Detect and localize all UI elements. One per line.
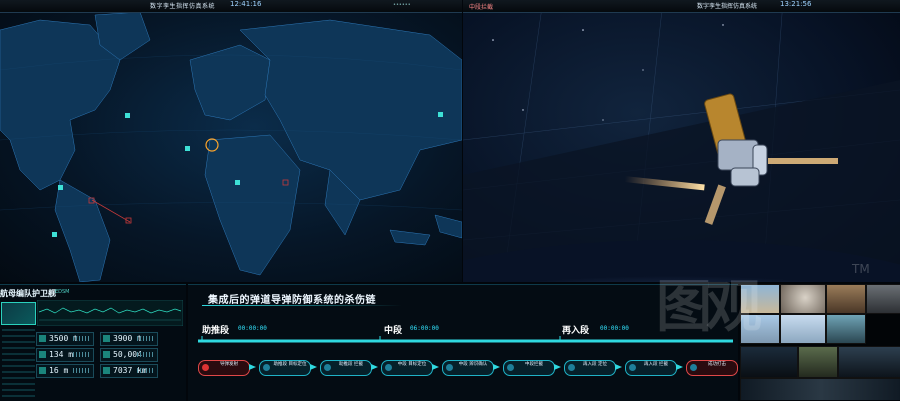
- node-icon: [690, 364, 697, 371]
- phase-terminal-time: 00:00:00: [600, 325, 629, 332]
- phase-midcourse-time: 06:00:00: [410, 325, 439, 332]
- node-icon: [324, 364, 331, 371]
- map-title: 数字孪生指挥仿真系统: [150, 3, 216, 10]
- readout-bar: [137, 352, 155, 357]
- node-label: 再入段 拦截: [644, 362, 668, 367]
- arrow-right-icon: [493, 364, 500, 370]
- watermark-logo: 图观: [656, 275, 762, 340]
- readout-length: 134 m: [36, 348, 94, 362]
- readout-bar: [137, 336, 155, 341]
- thumbnail-launcher[interactable]: [866, 284, 900, 314]
- thumbnail-sea[interactable]: [826, 314, 866, 344]
- phase-boost-label: 助推段: [202, 326, 230, 336]
- node-label: 中段 辨识确认: [458, 362, 488, 367]
- node-icon: [568, 364, 575, 371]
- kill-chain-title: 集成后的弹道导弹防御系统的杀伤链: [208, 295, 376, 306]
- wave-chart: [37, 300, 183, 326]
- kill-chain-node[interactable]: 再入段 定位: [564, 360, 616, 376]
- arrow-right-icon: [432, 364, 439, 370]
- thumbnail-command-room[interactable]: [740, 346, 798, 378]
- kill-chain-node[interactable]: 助推段 拦截: [320, 360, 372, 376]
- space-scene: [463, 0, 900, 282]
- kill-chain-node[interactable]: 中段拦截: [503, 360, 555, 376]
- readout-indicator: [39, 367, 46, 374]
- space-clock: 13:21:56: [780, 0, 812, 8]
- map-title-bar: 数字孪生指挥仿真系统 12:41:16 ••••••: [0, 0, 462, 13]
- space-view-panel[interactable]: 中段拦截 数字孪生指挥仿真系统 13:21:56: [463, 0, 900, 282]
- kill-chain-node[interactable]: 中段 辨识确认: [442, 360, 494, 376]
- fleet-header: 航母编队护卫舰: [0, 289, 56, 298]
- node-icon: [507, 364, 514, 371]
- readout-indicator: [103, 367, 110, 374]
- readout-indicator: [39, 335, 46, 342]
- readout-displacement-1: 3500 t: [36, 332, 94, 346]
- readout-indicator: [103, 335, 110, 342]
- kill-chain-node[interactable]: 成功打击: [686, 360, 738, 376]
- thumbnail-sky-2[interactable]: [780, 314, 826, 344]
- map-clock: 12:41:16: [230, 0, 262, 8]
- video-thumbnails: [740, 284, 900, 400]
- arrow-right-icon: [371, 364, 378, 370]
- kill-chain-node[interactable]: 导弹发射: [198, 360, 250, 376]
- phase-boost-time: 00:00:00: [238, 325, 267, 332]
- node-icon: [202, 364, 209, 371]
- thumbnail-tank[interactable]: [798, 346, 838, 378]
- world-map: [0, 11, 462, 282]
- arrow-right-icon: [615, 364, 622, 370]
- kill-chain-node[interactable]: 再入段 拦截: [625, 360, 677, 376]
- thumbnail-console[interactable]: [740, 378, 900, 400]
- node-label: 导弹发射: [220, 362, 238, 367]
- readout-displacement-2: 3900 t: [100, 332, 158, 346]
- node-label: 成功打击: [708, 362, 726, 367]
- fleet-subheader: EDSM: [55, 289, 70, 295]
- thumbnail-operator[interactable]: [838, 346, 900, 378]
- readout-bar: [73, 336, 91, 341]
- readout-bar: [137, 368, 155, 373]
- kill-chain-node[interactable]: 中段 目标定位: [381, 360, 433, 376]
- readout-value: 134 m: [49, 350, 74, 359]
- phase-terminal-label: 再入段: [562, 326, 590, 336]
- arrow-right-icon: [310, 364, 317, 370]
- node-icon: [385, 364, 392, 371]
- arrow-right-icon: [554, 364, 561, 370]
- mini-bars: [2, 325, 35, 397]
- space-title: 数字孪生指挥仿真系统: [697, 3, 758, 10]
- fleet-panel: 航母编队护卫舰 EDSM 3500 t 3900 t 134 m 50,004 …: [0, 284, 186, 401]
- phase-midcourse-label: 中段: [384, 326, 403, 336]
- readout-range: 7037 km: [100, 364, 158, 378]
- map-indicator: ••••••: [393, 2, 411, 8]
- ship-thumbnail[interactable]: [1, 302, 36, 325]
- node-label: 再入段 定位: [583, 362, 607, 367]
- thumbnail-explosion[interactable]: [780, 284, 826, 314]
- node-icon: [629, 364, 636, 371]
- world-map-panel[interactable]: 数字孪生指挥仿真系统 12:41:16 ••••••: [0, 0, 462, 282]
- title-underline: [202, 305, 402, 306]
- node-label: 助推段 目标定位: [273, 362, 307, 367]
- scene-label: 中段拦截: [469, 4, 494, 11]
- readout-bar: [73, 368, 91, 373]
- node-label: 中段拦截: [525, 362, 543, 367]
- readout-indicator: [103, 351, 110, 358]
- readout-bar: [73, 352, 91, 357]
- arrow-right-icon: [676, 364, 683, 370]
- readout-power: 50,004: [100, 348, 158, 362]
- node-icon: [446, 364, 453, 371]
- readout-indicator: [39, 351, 46, 358]
- readout-value: 16 m: [49, 366, 69, 375]
- node-icon: [263, 364, 270, 371]
- kill-chain-node[interactable]: 助推段 目标定位: [259, 360, 311, 376]
- node-label: 助推段 拦截: [339, 362, 363, 367]
- node-label: 中段 目标定位: [397, 362, 427, 367]
- thumbnail-desert[interactable]: [826, 284, 866, 314]
- readout-beam: 16 m: [36, 364, 94, 378]
- space-title-bar: 中段拦截 数字孪生指挥仿真系统 13:21:56: [463, 0, 900, 13]
- arrow-right-icon: [249, 364, 256, 370]
- trademark-mark: TM: [852, 262, 870, 276]
